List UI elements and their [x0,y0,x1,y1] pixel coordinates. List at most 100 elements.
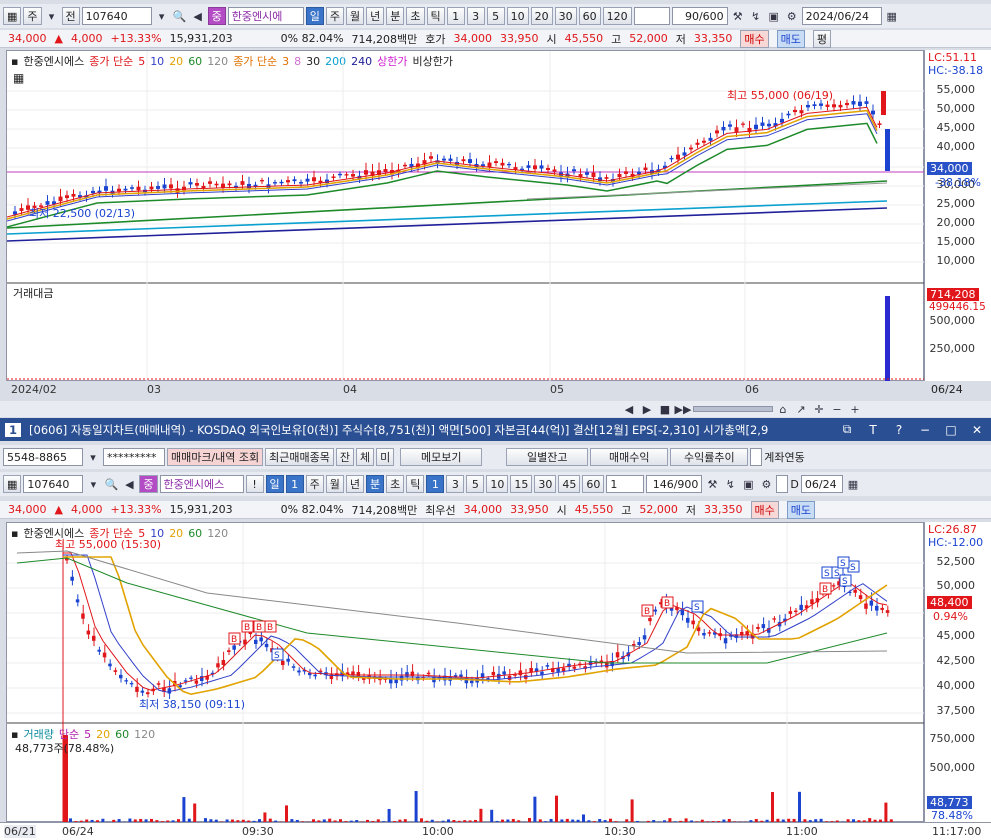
indicator-icon[interactable]: ↯ [722,476,738,492]
daily-balance-button[interactable]: 일별잔고 [506,448,589,466]
scroll-left-icon[interactable]: ◀ [621,401,637,417]
num-30[interactable]: 30 [534,475,557,493]
password-input[interactable]: ********* [103,448,165,466]
chevron-down-icon[interactable]: ▾ [85,476,101,492]
drawing-tool-icon[interactable]: ↗ [793,401,809,417]
period-day-count[interactable]: 1 [285,475,304,493]
gear-icon[interactable]: ⚙ [784,8,800,24]
chevron-down-icon[interactable]: ▾ [154,8,170,24]
period-minute[interactable]: 분 [366,475,385,493]
close-icon[interactable]: ✕ [968,421,986,439]
num-5[interactable]: 5 [466,475,485,493]
count-input[interactable]: 90/600 [671,7,728,25]
num-1[interactable]: 1 [446,7,465,25]
help-icon[interactable]: ? [890,421,908,439]
interval-select[interactable]: 1 [606,475,645,493]
scroll-track[interactable] [693,406,773,412]
d-checkbox[interactable] [776,475,789,493]
speaker-icon[interactable]: ◀ [121,476,137,492]
num-5[interactable]: 5 [486,7,505,25]
chart-tool-icon[interactable]: ⚒ [730,8,746,24]
stock-name-field[interactable]: 한중엔시에 [227,7,304,25]
alert-button[interactable]: ! [245,475,264,493]
chart-tool-icon[interactable]: ⚒ [704,476,720,492]
code-input[interactable]: 107640 [81,7,152,25]
indicator-icon[interactable]: ↯ [748,8,764,24]
mode-select-1[interactable]: 주 [23,7,42,25]
tab-executed[interactable]: 체 [356,448,375,466]
period-week[interactable]: 주 [305,475,324,493]
memo-button[interactable]: 메모보기 [400,448,483,466]
search-icon[interactable]: 🔍 [172,8,188,24]
speaker-icon[interactable]: ◀ [190,8,206,24]
num-120[interactable]: 120 [602,7,632,25]
period-second[interactable]: 초 [386,475,405,493]
account-number-input[interactable]: 5548-8865 [3,448,83,466]
count-input[interactable]: 146/900 [646,475,703,493]
chevron-down-icon[interactable]: ▾ [44,8,60,24]
gear-icon[interactable]: ⚙ [758,476,774,492]
period-week[interactable]: 주 [325,7,345,25]
daily-chart[interactable]: ▪ 한중엔시에스 종가 단순 5 10 20 60 120 종가 단순 3 8 … [6,50,925,396]
period-month[interactable]: 월 [346,7,365,25]
scroll-right-icon[interactable]: ▶ [639,401,655,417]
tab-balance[interactable]: 잔 [335,448,355,466]
grid-icon[interactable]: ▦ [3,7,22,25]
recent-stocks-button[interactable]: 최근매매종목 [265,448,334,466]
sell-button[interactable]: 매도 [776,29,805,48]
num-10[interactable]: 10 [486,475,509,493]
calendar-icon[interactable]: ▦ [845,476,861,492]
trade-mark-button[interactable]: 매매마크/내역 조회 [167,448,264,466]
period-tick[interactable]: 틱 [406,475,425,493]
zoom-tool-icon[interactable]: ⌂ [775,401,791,417]
custom-period-input[interactable] [633,7,670,25]
tab-unexecuted[interactable]: 미 [376,448,395,466]
trade-profit-button[interactable]: 매매수익 [590,448,669,466]
search-icon[interactable]: 🔍 [103,476,119,492]
date-input[interactable]: 06/24 [800,475,843,493]
date-input[interactable]: 2024/06/24 [801,7,882,25]
stop-icon[interactable]: ■ [657,401,673,417]
mode-select-2[interactable]: 전 [61,7,80,25]
period-tick[interactable]: 틱 [426,7,445,25]
save-icon[interactable]: ▣ [766,8,782,24]
link-icon[interactable]: ⧉ [838,421,856,439]
minimize-icon[interactable]: − [916,421,934,439]
flat-button[interactable]: 평 [812,29,831,48]
period-minute[interactable]: 분 [386,7,405,25]
buy-button[interactable]: 매수 [750,500,779,519]
grid-icon[interactable]: ▦ [3,475,22,493]
chevron-down-icon[interactable]: ▾ [85,449,101,465]
minute-chart[interactable]: ▪ 한중엔시에스 종가 단순 5 10 20 60 120 BBBBSBBSBS… [6,522,925,823]
code-input[interactable]: 107640 [23,475,84,493]
buy-button[interactable]: 매수 [740,29,769,48]
return-trend-button[interactable]: 수익률추이 [670,448,749,466]
account-link-checkbox[interactable] [750,448,763,466]
num-60[interactable]: 60 [578,7,601,25]
period-month[interactable]: 월 [325,475,344,493]
period-second[interactable]: 초 [406,7,425,25]
num-15[interactable]: 15 [510,475,533,493]
text-icon[interactable]: T [864,421,882,439]
period-year[interactable]: 년 [345,475,365,493]
num-3[interactable]: 3 [466,7,485,25]
num-3[interactable]: 3 [446,475,465,493]
calendar-icon[interactable]: ▦ [884,8,900,24]
num-30[interactable]: 30 [554,7,577,25]
save-icon[interactable]: ▣ [740,476,756,492]
num-60[interactable]: 60 [582,475,605,493]
fast-forward-icon[interactable]: ▶▶ [675,401,692,417]
period-day[interactable]: 일 [265,475,284,493]
sell-button[interactable]: 매도 [786,500,815,519]
period-year[interactable]: 년 [366,7,385,25]
maximize-icon[interactable]: □ [942,421,960,439]
num-45[interactable]: 45 [558,475,581,493]
num-20[interactable]: 20 [530,7,553,25]
stock-name-field[interactable]: 한중엔시에스 [159,475,244,493]
num-1[interactable]: 1 [426,475,445,493]
crosshair-icon[interactable]: ✛ [811,401,827,417]
plus-icon[interactable]: + [847,401,863,417]
period-day[interactable]: 일 [305,7,324,25]
minus-icon[interactable]: − [829,401,845,417]
num-10[interactable]: 10 [506,7,529,25]
